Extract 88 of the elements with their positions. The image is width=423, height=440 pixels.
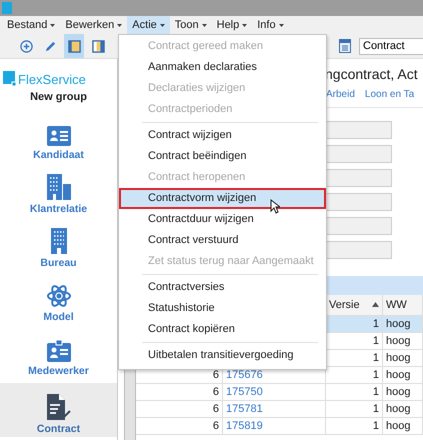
column-header[interactable]: WW <box>383 295 423 315</box>
sidebar-label: Kandidaat <box>33 149 84 161</box>
input-field[interactable] <box>325 145 392 163</box>
toolbar-button[interactable] <box>64 34 84 58</box>
table-row[interactable]: 6 175781 1 hoog <box>136 401 423 418</box>
sidebar-item[interactable]: Bureau <box>0 219 117 271</box>
building-icon <box>50 228 66 254</box>
menu-item[interactable]: Contract beëindigen <box>119 146 326 167</box>
search-field[interactable]: Contract <box>359 38 423 54</box>
menu-bar-item[interactable]: Actie <box>127 16 170 34</box>
table-cell: 1 <box>372 386 379 398</box>
id-badge-icon <box>46 340 70 362</box>
table-row[interactable]: 6 175819 1 hoog <box>136 418 423 435</box>
form-icon <box>339 39 351 53</box>
menu-item[interactable]: Statushistorie <box>119 298 326 319</box>
table-cell: 6 <box>212 386 219 398</box>
sidebar-label: Medewerker <box>28 365 89 377</box>
group-title: New group <box>29 91 88 103</box>
table-cell: hoog <box>386 369 410 381</box>
table-cell: hoog <box>386 386 410 398</box>
menu-item[interactable]: Contract wijzigen <box>119 125 326 146</box>
menu-item[interactable]: Contract kopiëren <box>119 319 326 340</box>
table-cell: 1 <box>372 335 379 347</box>
table-cell: hoog <box>386 352 410 364</box>
record-link[interactable]: 175750 <box>226 386 263 398</box>
tab-link[interactable]: Arbeid <box>326 89 355 107</box>
sidebar-item[interactable]: Klantrelatie <box>0 165 117 217</box>
menu-bar-item[interactable]: Bestand <box>2 16 60 34</box>
input-field[interactable] <box>325 193 392 211</box>
caret-icon <box>117 24 122 26</box>
atom-icon <box>46 284 70 308</box>
table-cell: 1 <box>372 403 379 415</box>
table-cell: 6 <box>212 420 219 432</box>
record-link[interactable]: 175676 <box>226 369 263 381</box>
sidebar-label: Klantrelatie <box>30 203 88 215</box>
table-cell: 1 <box>372 369 379 381</box>
document-check-icon <box>46 394 70 420</box>
panel-icon <box>68 40 80 52</box>
page-title: ngcontract, Act <box>325 66 418 82</box>
table-cell: hoog <box>386 318 410 330</box>
table-row[interactable]: 6 175750 1 hoog <box>136 384 423 401</box>
caret-icon <box>50 24 56 26</box>
buildings-icon <box>46 174 70 200</box>
sidebar-item[interactable]: Model <box>0 273 117 325</box>
sidebar-label: Contract <box>36 423 80 435</box>
menu-bar-item[interactable]: Help <box>212 16 252 34</box>
table-cell: 6 <box>212 403 219 415</box>
menu-item[interactable]: Contractvorm wijzigen <box>119 188 326 209</box>
menu-bar-item[interactable]: Info <box>252 16 289 34</box>
caret-icon <box>278 24 284 26</box>
menu-item[interactable]: Contractversies <box>119 277 326 298</box>
logo-text: FlexService <box>18 72 86 87</box>
menu-item[interactable]: Aanmaken declaraties <box>119 57 326 78</box>
sidebar-label: Bureau <box>40 257 77 269</box>
sidebar-item[interactable]: Medewerker <box>0 327 117 379</box>
table-cell: hoog <box>386 403 410 415</box>
id-card-icon <box>46 126 70 146</box>
menu-item[interactable]: Uitbetalen transitievergoeding <box>119 345 326 366</box>
sidebar-label: Model <box>43 311 74 323</box>
menu-bar-item[interactable]: Toon <box>170 16 212 34</box>
table-cell: hoog <box>386 335 410 347</box>
sidebar-item[interactable]: Contract <box>0 383 117 437</box>
table-cell: 1 <box>372 318 379 330</box>
tab-link[interactable]: Loon en Ta <box>364 89 414 107</box>
caret-icon <box>242 24 248 26</box>
caret-icon <box>160 24 165 26</box>
add-icon <box>20 40 32 52</box>
input-field[interactable] <box>325 121 392 139</box>
input-field[interactable] <box>325 169 392 187</box>
input-field[interactable] <box>325 241 392 259</box>
table-cell: hoog <box>386 420 410 432</box>
table-cell: 6 <box>212 369 219 381</box>
menu-bar-item[interactable]: Bewerken <box>60 16 128 34</box>
mouse-pointer-icon <box>270 199 280 214</box>
sort-ascending-icon <box>372 302 379 307</box>
menu-item[interactable]: Contractduur wijzigen <box>119 209 326 230</box>
record-link[interactable]: 175781 <box>226 403 263 415</box>
input-field[interactable] <box>325 217 392 235</box>
record-link[interactable]: 175819 <box>226 420 263 432</box>
app-icon <box>2 2 12 14</box>
table-cell: 1 <box>372 420 379 432</box>
logo-icon <box>3 71 17 87</box>
pencil-icon <box>44 40 56 52</box>
split-panel-icon <box>92 40 104 52</box>
menu-item[interactable]: Contract verstuurd <box>119 230 326 251</box>
table-cell: 1 <box>372 352 379 364</box>
caret-icon <box>202 24 207 26</box>
sidebar-item[interactable]: Kandidaat <box>0 111 117 163</box>
